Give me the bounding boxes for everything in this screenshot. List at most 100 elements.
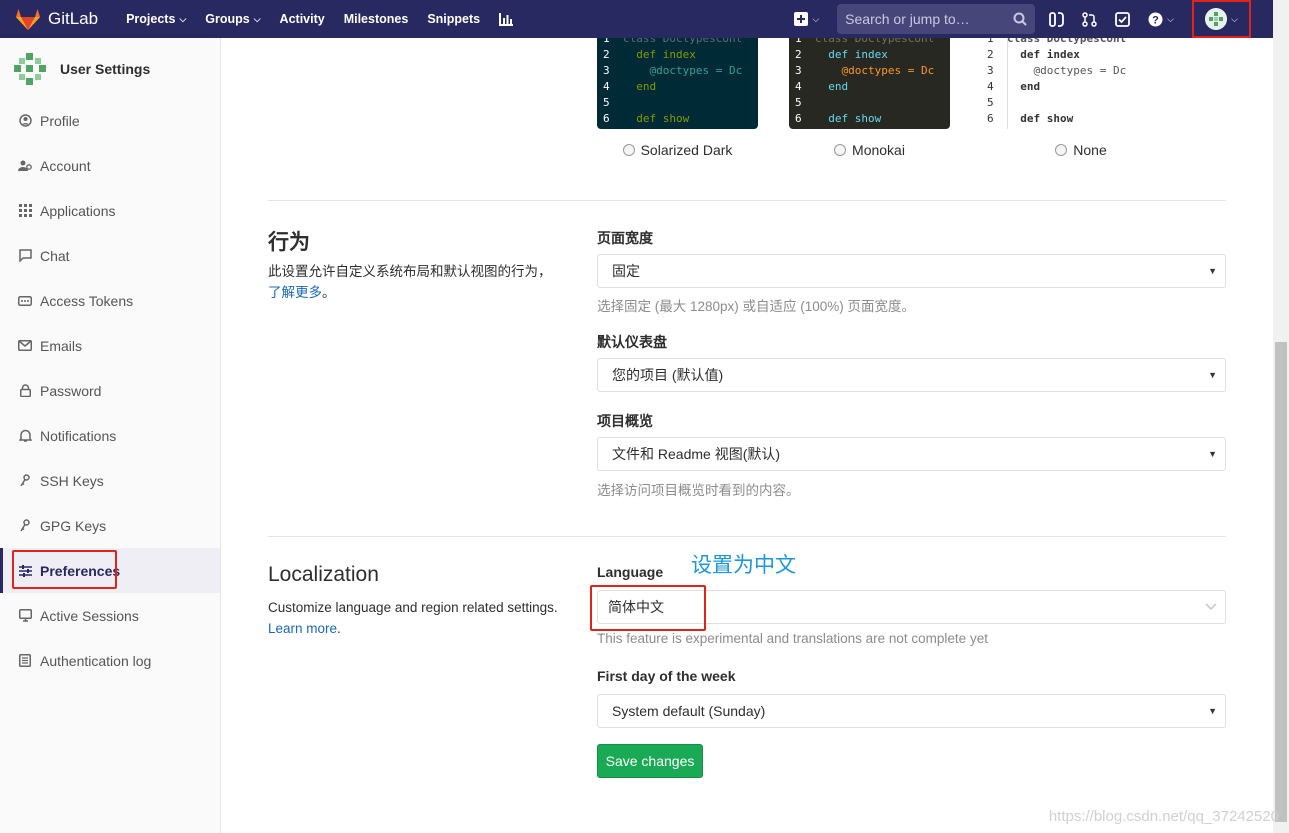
radio-button[interactable] <box>622 144 635 156</box>
theme-monokai[interactable]: 1 class DoctypesCont 2 def index 3 @doctype… <box>789 38 950 158</box>
sidebar-item-notifications[interactable]: Notifications <box>0 413 220 458</box>
section-divider <box>268 536 1226 537</box>
search-input[interactable]: Search or jump to… <box>837 4 1036 34</box>
line-number: 4 <box>603 80 610 93</box>
first-day-select[interactable]: System default (Sunday) ▼ <box>597 694 1226 728</box>
issues-icon[interactable] <box>1049 11 1065 27</box>
sidebar-item-emails[interactable]: Emails <box>0 323 220 368</box>
theme-radio-monokai[interactable]: Monokai <box>789 142 950 158</box>
line-number: 2 <box>603 48 610 61</box>
code-text: class DoctypesCont <box>623 38 743 45</box>
sidebar-item-authentication-log[interactable]: Authentication log <box>0 638 220 683</box>
theme-radio-none[interactable]: None <box>1011 142 1151 158</box>
code-line: 2 def index <box>789 47 950 63</box>
key-icon <box>18 519 32 533</box>
account-icon <box>18 159 32 173</box>
todo-icon[interactable] <box>1115 11 1131 27</box>
code-line: 6 def show <box>597 111 758 127</box>
code-text: end <box>815 80 849 93</box>
lock-icon <box>18 384 32 398</box>
theme-radio-solarized-dark[interactable]: Solarized Dark <box>597 142 758 158</box>
line-number: 6 <box>795 112 802 125</box>
theme-none[interactable]: 1 class DoctypesCont 2 def index 3 @doctype… <box>981 38 1151 158</box>
nav-snippets[interactable]: Snippets <box>427 12 480 26</box>
question-icon: ? <box>1148 12 1163 26</box>
gitlab-logo[interactable]: GitLab <box>16 8 98 30</box>
code-text: @doctypes = Dc <box>815 64 935 77</box>
sidebar-item-applications[interactable]: Applications <box>0 188 220 233</box>
line-number: 5 <box>795 96 802 109</box>
sidebar-item-ssh-keys[interactable]: SSH Keys <box>0 458 220 503</box>
annotation-text: 设置为中文 <box>691 554 796 577</box>
sidebar-item-account[interactable]: Account <box>0 143 220 188</box>
scrollbar[interactable] <box>1273 0 1289 833</box>
caret-down-icon: ▼ <box>1208 449 1217 459</box>
code-line: 4 end <box>597 79 758 95</box>
search-placeholder: Search or jump to… <box>845 11 970 27</box>
caret-down-icon: ▼ <box>1208 706 1217 716</box>
nav-projects[interactable]: Projects ⌵ <box>126 12 186 26</box>
sidebar-item-label: Active Sessions <box>40 607 139 624</box>
nav-right: ⌵ Search or jump to… ? ⌵ ⌵ <box>794 0 1273 38</box>
help-dropdown[interactable]: ? ⌵ <box>1148 12 1174 27</box>
top-navbar: GitLab Projects ⌵ Groups ⌵ Activity Mile… <box>0 0 1273 38</box>
merge-request-icon[interactable] <box>1082 11 1097 27</box>
sidebar-item-active-sessions[interactable]: Active Sessions <box>0 593 220 638</box>
code-text: def index <box>623 48 696 61</box>
layout-width-help: 选择固定 (最大 1280px) 或自适应 (100%) 页面宽度。 <box>597 299 916 314</box>
sidebar-item-password[interactable]: Password <box>0 368 220 413</box>
dashboard-select[interactable]: 您的项目 (默认值) ▼ <box>597 358 1226 392</box>
code-preview: 1 class DoctypesCont 2 def index 3 @doctype… <box>789 38 950 129</box>
language-label: Language <box>597 564 664 580</box>
code-line: 6 def show <box>789 111 950 127</box>
nav-projects-label: Projects <box>126 12 176 26</box>
behavior-learn-more-suffix: 。 <box>322 285 336 300</box>
theme-solarized-dark[interactable]: 1 class DoctypesCont 2 def index 3 @doctype… <box>597 38 758 158</box>
code-text: def show <box>1007 112 1074 125</box>
dashboard-label: 默认仪表盘 <box>597 334 667 350</box>
line-number: 4 <box>987 80 994 93</box>
chevron-down-icon: ⌵ <box>1167 13 1174 24</box>
line-number: 3 <box>795 64 802 77</box>
user-menu[interactable]: ⌵ <box>1192 0 1251 38</box>
sidebar-item-access-tokens[interactable]: Access Tokens <box>0 278 220 323</box>
nav-milestones[interactable]: Milestones <box>344 12 409 26</box>
scrollbar-thumb[interactable] <box>1275 342 1287 822</box>
radio-button[interactable] <box>834 144 847 156</box>
project-overview-select[interactable]: 文件和 Readme 视图(默认) ▼ <box>597 437 1226 471</box>
behavior-title: 行为 <box>268 231 310 254</box>
code-text: @doctypes = Dc <box>1007 64 1127 77</box>
sidebar-item-gpg-keys[interactable]: GPG Keys <box>0 503 220 548</box>
code-line: 1 class DoctypesCont <box>789 38 950 47</box>
nav-groups[interactable]: Groups ⌵ <box>205 12 260 26</box>
behavior-learn-more-link[interactable]: 了解更多 <box>268 285 322 300</box>
behavior-desc-text: 此设置允许自定义系统布局和默认视图的行为， <box>268 264 552 279</box>
brand-name: GitLab <box>48 9 99 28</box>
code-text: end <box>1007 80 1041 93</box>
code-text: def index <box>815 48 888 61</box>
localization-learn-more-link[interactable]: Learn more <box>268 621 337 636</box>
first-day-value: System default (Sunday) <box>612 703 766 719</box>
project-overview-help: 选择访问项目概览时看到的内容。 <box>597 483 800 498</box>
sidebar-item-profile[interactable]: Profile <box>0 98 220 143</box>
chat-icon <box>18 249 32 263</box>
chevron-down-icon: ⌵ <box>253 13 261 24</box>
language-help: This feature is experimental and transla… <box>597 631 988 646</box>
nav-groups-label: Groups <box>205 12 250 26</box>
save-changes-button[interactable]: Save changes <box>597 744 703 778</box>
layout-width-select[interactable]: 固定 ▼ <box>597 254 1226 288</box>
preferences-highlight <box>12 550 117 589</box>
code-preview: 1 class DoctypesCont 2 def index 3 @doctype… <box>981 38 1151 129</box>
code-text: end <box>623 80 657 93</box>
chevron-down-icon <box>1205 603 1217 611</box>
app-root: GitLab Projects ⌵ Groups ⌵ Activity Mile… <box>0 0 1289 833</box>
new-dropdown[interactable]: ⌵ <box>794 12 819 26</box>
line-number: 2 <box>987 48 994 61</box>
sidebar-item-chat[interactable]: Chat <box>0 233 220 278</box>
main-content: 1 class DoctypesCont 2 def index 3 @doctype… <box>221 38 1273 833</box>
watermark: https://blog.csdn.net/qq_37242520 <box>1048 808 1279 825</box>
nav-activity[interactable]: Activity <box>280 12 325 26</box>
language-highlight <box>590 585 706 631</box>
radio-button[interactable] <box>1055 144 1068 156</box>
analytics-icon[interactable] <box>499 12 514 26</box>
